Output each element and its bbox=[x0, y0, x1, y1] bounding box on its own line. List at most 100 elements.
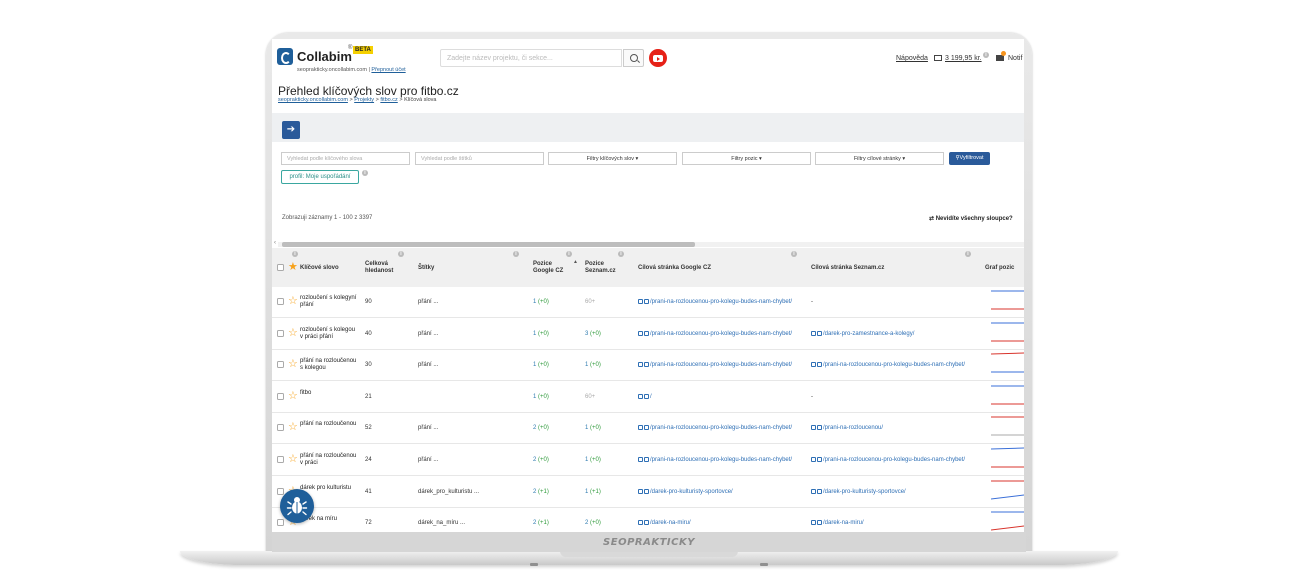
edit-icon[interactable] bbox=[638, 330, 643, 336]
edit-icon[interactable] bbox=[811, 362, 816, 368]
row-checkbox[interactable] bbox=[277, 361, 284, 369]
notifications-label[interactable]: Notif bbox=[1008, 55, 1022, 62]
star-outline-icon[interactable]: ☆ bbox=[288, 422, 298, 433]
google-target-url[interactable]: /prani-na-rozloucenou-pro-kolegu-budes-n… bbox=[638, 425, 792, 432]
url-text[interactable]: /prani-na-rozloucenou-pro-kolegu-budes-n… bbox=[650, 331, 792, 337]
column-position-seznam[interactable]: Pozice Seznam.cz bbox=[585, 261, 616, 275]
logo-text[interactable]: Collabim bbox=[297, 49, 352, 64]
link-icon[interactable] bbox=[644, 520, 649, 526]
tags-cell[interactable]: přání ... bbox=[418, 362, 438, 369]
link-icon[interactable] bbox=[817, 457, 822, 462]
url-text[interactable]: /darek-pro-zamestnance-a-kolegy/ bbox=[823, 331, 914, 337]
edit-icon[interactable] bbox=[638, 520, 643, 526]
tags-cell[interactable]: přání ... bbox=[418, 331, 438, 338]
keyword-cell[interactable]: fitbo bbox=[300, 390, 362, 397]
target-page-filters-dropdown[interactable]: Filtry cílové stránky ▾ bbox=[815, 152, 944, 165]
url-text[interactable]: / bbox=[650, 394, 652, 400]
url-text[interactable]: /prani-na-rozloucenou-pro-kolegu-budes-n… bbox=[823, 457, 965, 463]
google-target-url[interactable]: /prani-na-rozloucenou-pro-kolegu-budes-n… bbox=[638, 330, 792, 338]
edit-icon[interactable] bbox=[638, 362, 643, 368]
info-icon[interactable]: i bbox=[292, 251, 298, 257]
edit-icon[interactable] bbox=[811, 425, 816, 431]
info-icon[interactable]: i bbox=[965, 251, 971, 257]
tags-cell[interactable]: dárek_pro_kulturistu ... bbox=[418, 489, 479, 496]
google-target-url[interactable]: /darek-pro-kulturisty-sportovce/ bbox=[638, 488, 733, 496]
tag-search-input[interactable]: Vyhledat podle štítků bbox=[415, 152, 544, 165]
google-target-url[interactable]: /prani-na-rozloucenou-pro-kolegu-budes-n… bbox=[638, 457, 792, 464]
keyword-cell[interactable]: rozloučení s kolegyní přání bbox=[300, 295, 362, 309]
url-text[interactable]: /prani-na-rozloucenou-pro-kolegu-budes-n… bbox=[650, 457, 792, 463]
credit-balance-link[interactable]: 3 199,95 kr. bbox=[945, 55, 982, 62]
keyword-cell[interactable]: přání na rozloučenou bbox=[300, 421, 362, 428]
link-icon[interactable] bbox=[817, 425, 822, 431]
google-target-url[interactable]: /prani-na-rozloucenou-pro-kolegu-budes-n… bbox=[638, 299, 792, 306]
column-target-seznam[interactable]: Cílová stránka Seznam.cz bbox=[811, 265, 884, 272]
row-checkbox[interactable] bbox=[277, 298, 284, 305]
link-icon[interactable] bbox=[644, 488, 649, 494]
info-icon[interactable]: i bbox=[398, 251, 404, 257]
url-text[interactable]: /darek-na-miru/ bbox=[650, 520, 691, 526]
google-target-url[interactable]: /prani-na-rozloucenou-pro-kolegu-budes-n… bbox=[638, 362, 792, 369]
scroll-left-arrow[interactable]: ‹ bbox=[274, 240, 276, 246]
seznam-target-url[interactable]: /prani-na-rozloucenou-pro-kolegu-budes-n… bbox=[811, 362, 965, 369]
select-all-checkbox[interactable] bbox=[277, 264, 284, 271]
url-text[interactable]: /darek-pro-kulturisty-sportovce/ bbox=[650, 489, 733, 495]
column-search-volume[interactable]: Celková hledanost bbox=[365, 261, 393, 275]
position-graph[interactable] bbox=[991, 508, 1024, 532]
row-checkbox[interactable] bbox=[277, 456, 284, 463]
star-outline-icon[interactable]: ☆ bbox=[288, 359, 298, 370]
star-outline-icon[interactable]: ☆ bbox=[288, 327, 298, 339]
link-icon[interactable] bbox=[644, 362, 649, 368]
url-text[interactable]: /prani-na-rozloucenou-pro-kolegu-budes-n… bbox=[823, 362, 965, 368]
google-target-url[interactable]: / bbox=[638, 393, 652, 401]
star-outline-icon[interactable]: ☆ bbox=[288, 296, 298, 307]
seznam-target-url[interactable]: /darek-pro-zamestnance-a-kolegy/ bbox=[811, 330, 914, 338]
arrow-right-icon[interactable]: ➔ bbox=[282, 121, 300, 139]
scrollbar-thumb[interactable] bbox=[282, 242, 695, 247]
column-tags[interactable]: Štítky bbox=[418, 265, 434, 272]
show-columns-link[interactable]: ⇄ Nevidíte všechny sloupce? bbox=[929, 215, 1013, 222]
breadcrumb-item[interactable]: seoprakticky.oncollabim.com bbox=[278, 97, 348, 103]
search-button[interactable] bbox=[623, 49, 644, 67]
row-checkbox[interactable] bbox=[277, 392, 284, 400]
position-graph[interactable] bbox=[991, 413, 1024, 443]
link-icon[interactable] bbox=[817, 330, 822, 336]
tags-cell[interactable]: přání ... bbox=[418, 425, 438, 432]
edit-icon[interactable] bbox=[638, 488, 643, 494]
url-text[interactable]: /darek-na-miru/ bbox=[823, 520, 864, 526]
breadcrumb-item[interactable]: fitbo.cz bbox=[380, 97, 397, 103]
keyword-search-input[interactable]: Vyhledat podle klíčového slova bbox=[281, 152, 410, 165]
star-outline-icon[interactable]: ☆ bbox=[288, 390, 298, 402]
position-graph[interactable] bbox=[991, 382, 1024, 412]
info-icon[interactable]: i bbox=[362, 170, 368, 176]
link-icon[interactable] bbox=[644, 457, 649, 462]
collabim-logo-icon[interactable] bbox=[277, 48, 293, 65]
info-icon[interactable]: i bbox=[983, 52, 989, 58]
edit-icon[interactable] bbox=[638, 393, 643, 399]
position-graph[interactable] bbox=[991, 477, 1024, 507]
sort-asc-icon[interactable]: ▲ bbox=[573, 259, 578, 266]
info-icon[interactable]: i bbox=[513, 251, 519, 257]
link-icon[interactable] bbox=[644, 393, 649, 399]
position-graph[interactable] bbox=[991, 319, 1024, 349]
url-text[interactable]: /prani-na-rozloucenou-pro-kolegu-budes-n… bbox=[650, 362, 792, 368]
link-icon[interactable] bbox=[817, 520, 822, 526]
seznam-target-url[interactable]: /darek-pro-kulturisty-sportovce/ bbox=[811, 488, 906, 496]
edit-icon[interactable] bbox=[638, 425, 643, 431]
keyword-cell[interactable]: rozloučení s kolegou v práci přání bbox=[300, 327, 362, 341]
edit-icon[interactable] bbox=[811, 330, 816, 336]
youtube-icon[interactable] bbox=[649, 49, 667, 67]
url-text[interactable]: /darek-pro-kulturisty-sportovce/ bbox=[823, 489, 906, 495]
seznam-target-url[interactable]: /darek-na-miru/ bbox=[811, 520, 864, 527]
help-link[interactable]: Nápověda bbox=[896, 55, 928, 62]
url-text[interactable]: /prani-na-rozloucenou-pro-kolegu-budes-n… bbox=[650, 299, 792, 305]
edit-icon[interactable] bbox=[638, 299, 643, 304]
star-icon[interactable]: ★ bbox=[288, 262, 298, 273]
switch-account-link[interactable]: Přepnout účet bbox=[371, 67, 405, 73]
project-search-input[interactable]: Zadejte název projektu, či sekce... bbox=[440, 49, 622, 67]
edit-icon[interactable] bbox=[811, 457, 816, 462]
info-icon[interactable]: i bbox=[791, 251, 797, 257]
google-target-url[interactable]: /darek-na-miru/ bbox=[638, 520, 691, 527]
position-graph[interactable] bbox=[991, 350, 1024, 380]
info-icon[interactable]: i bbox=[566, 251, 572, 257]
